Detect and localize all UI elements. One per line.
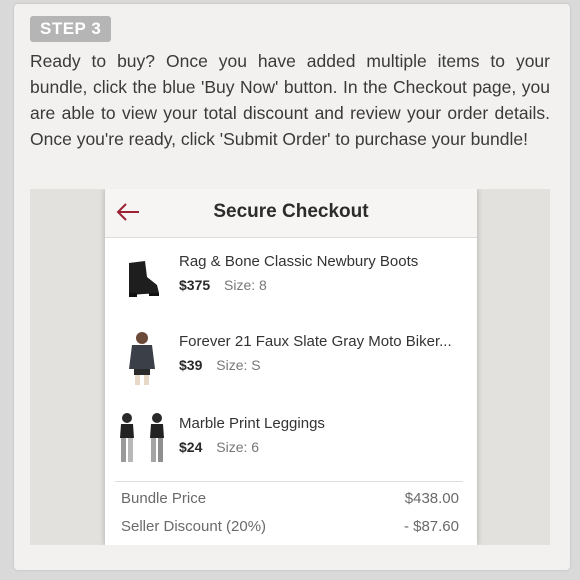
boot-image	[115, 249, 169, 305]
item-name: Marble Print Leggings	[179, 415, 325, 432]
divider	[115, 481, 463, 482]
phone-screen: Secure Checkout Rag & Bone Classic Newbu…	[105, 189, 477, 545]
list-item[interactable]: Rag & Bone Classic Newbury Boots $375 Si…	[105, 245, 477, 315]
item-meta: $375 Size: 8	[179, 277, 267, 293]
checkout-header: Secure Checkout	[105, 189, 477, 238]
item-price: $24	[179, 439, 203, 455]
seller-discount-row: Seller Discount (20%) - $87.60	[121, 518, 459, 535]
list-item[interactable]: Marble Print Leggings $24 Size: 6	[105, 407, 477, 477]
bundle-price-row: Bundle Price $438.00	[121, 490, 459, 507]
item-size: Size: S	[216, 357, 261, 373]
jacket-model-image	[115, 329, 169, 385]
item-name: Forever 21 Faux Slate Gray Moto Biker...	[179, 333, 452, 350]
summary-label: Seller Discount (20%)	[121, 518, 267, 535]
checkout-screenshot: Secure Checkout Rag & Bone Classic Newbu…	[30, 189, 550, 545]
summary-value: - $87.60	[403, 518, 459, 535]
page-title: Secure Checkout	[213, 201, 369, 222]
item-meta: $24 Size: 6	[179, 439, 259, 455]
item-meta: $39 Size: S	[179, 357, 261, 373]
summary-value: $438.00	[404, 490, 459, 507]
instructions-text: Ready to buy? Once you have added multip…	[30, 51, 550, 149]
item-size: Size: 6	[216, 439, 260, 455]
leggings-model-image	[115, 411, 169, 467]
item-price: $375	[179, 277, 211, 293]
item-size: Size: 8	[224, 277, 267, 293]
step-badge: STEP 3	[30, 16, 112, 42]
item-name: Rag & Bone Classic Newbury Boots	[179, 253, 419, 270]
list-item[interactable]: Forever 21 Faux Slate Gray Moto Biker...…	[105, 325, 477, 395]
item-price: $39	[179, 357, 203, 373]
summary-label: Bundle Price	[121, 490, 207, 507]
